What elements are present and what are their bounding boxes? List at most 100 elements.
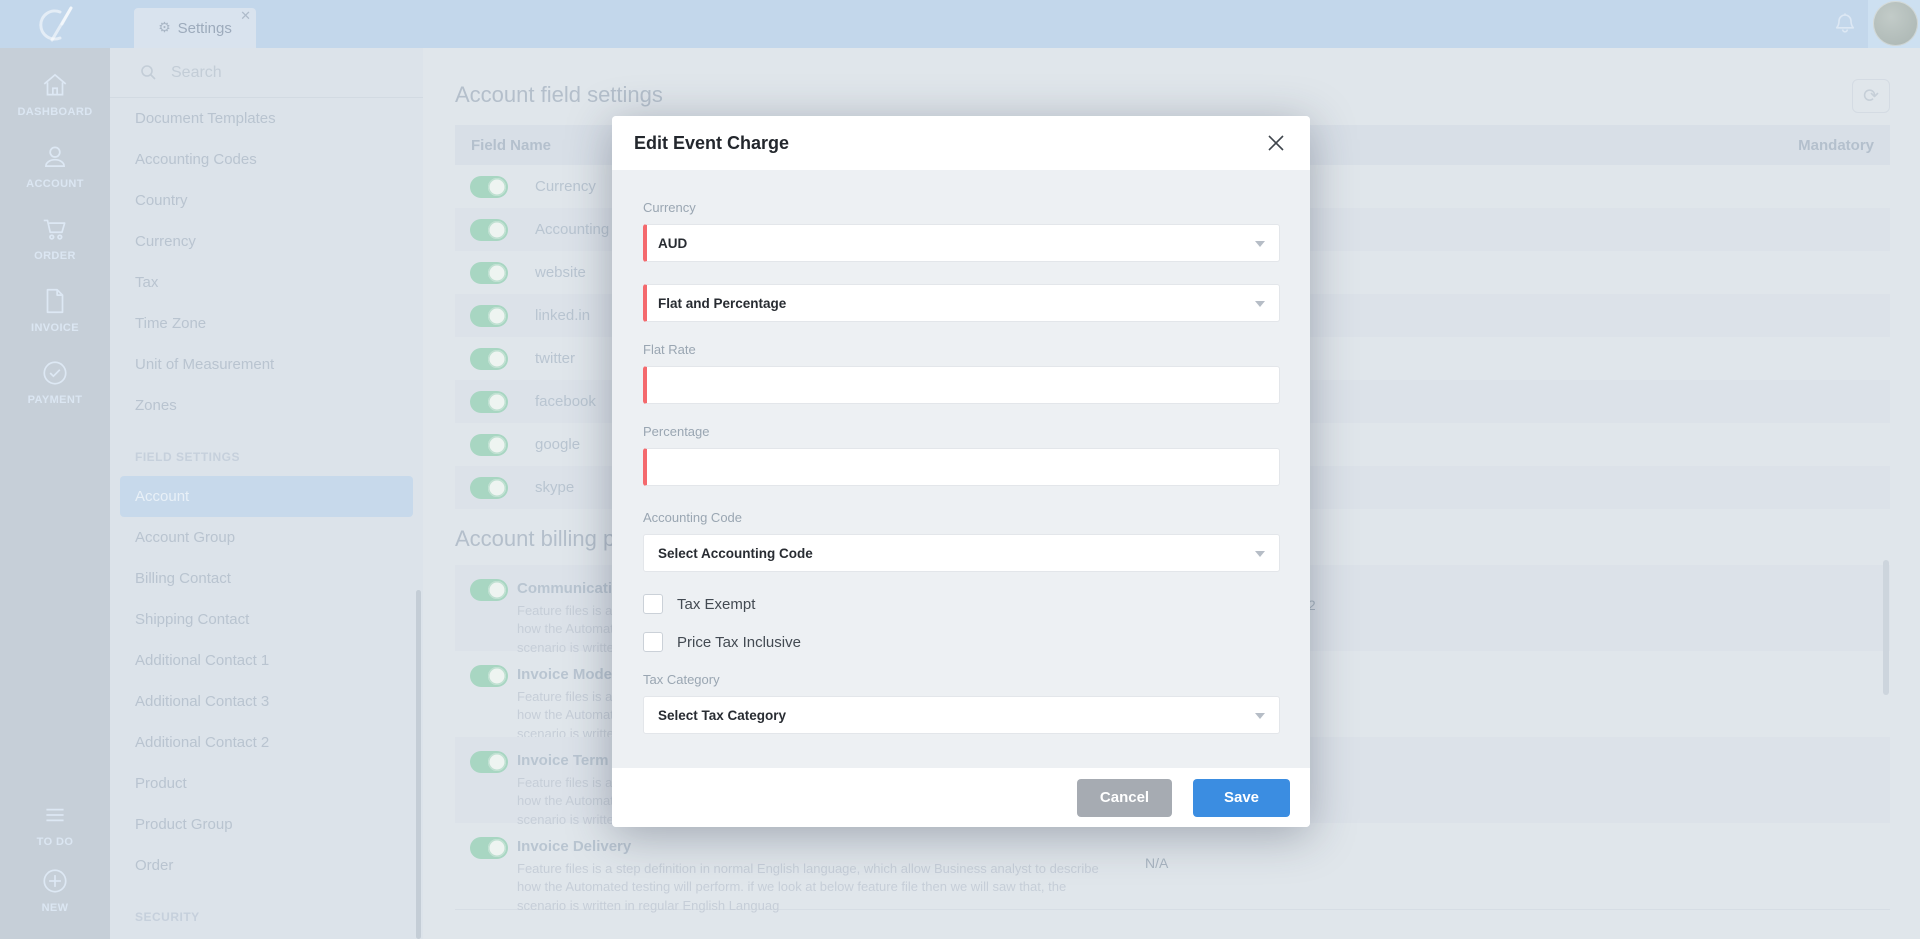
sidebar-item-label: INVOICE bbox=[30, 322, 80, 334]
flat-rate-input[interactable] bbox=[643, 366, 1280, 404]
toggle-currency[interactable] bbox=[470, 175, 508, 198]
toggle-invoice-mode[interactable] bbox=[470, 665, 508, 687]
setnav-item-additional-contact-3[interactable]: Additional Contact 3 bbox=[110, 681, 423, 722]
search-placeholder: Search bbox=[171, 63, 222, 81]
row-label: twitter bbox=[535, 350, 576, 367]
tax-exempt-option[interactable]: Tax Exempt bbox=[643, 594, 1280, 614]
setnav-item-billing-contact[interactable]: Billing Contact bbox=[110, 558, 423, 599]
cancel-button[interactable]: Cancel bbox=[1077, 778, 1172, 817]
chevron-down-icon bbox=[1255, 241, 1265, 247]
brand-logo-icon bbox=[39, 6, 73, 42]
sidebar-item-label: ACCOUNT bbox=[26, 178, 84, 190]
toggle-communication[interactable] bbox=[470, 579, 508, 601]
currency-select[interactable]: AUD bbox=[643, 224, 1280, 262]
setnav-item-additional-contact-1[interactable]: Additional Contact 1 bbox=[110, 640, 423, 681]
percentage-input[interactable] bbox=[643, 448, 1280, 486]
setnav-item-document-templates[interactable]: Document Templates bbox=[110, 98, 423, 139]
setnav-item-accounting-codes[interactable]: Accounting Codes bbox=[110, 139, 423, 180]
setnav-item-account[interactable]: Account bbox=[120, 476, 413, 517]
toggle-knob bbox=[488, 435, 506, 454]
toggle-website[interactable] bbox=[470, 261, 508, 284]
charge-type-select[interactable]: Flat and Percentage bbox=[643, 284, 1280, 322]
toggle-knob bbox=[488, 478, 506, 497]
toggle-skype[interactable] bbox=[470, 476, 508, 499]
sidebar-item-account[interactable]: ACCOUNT bbox=[0, 142, 110, 190]
gear-icon: ⚙ bbox=[158, 20, 171, 36]
setnav-item-account-group[interactable]: Account Group bbox=[110, 517, 423, 558]
setnav-item-currency[interactable]: Currency bbox=[110, 221, 423, 262]
toggle-knob bbox=[488, 392, 506, 411]
search-input[interactable]: Search bbox=[110, 48, 423, 98]
user-icon bbox=[45, 146, 65, 167]
row-label: facebook bbox=[535, 393, 596, 410]
toggle-knob bbox=[488, 220, 506, 239]
tax-exempt-checkbox[interactable] bbox=[643, 594, 663, 614]
toggle-knob bbox=[488, 263, 506, 282]
setnav-item-product[interactable]: Product bbox=[110, 763, 423, 804]
setnav-item-shipping-contact[interactable]: Shipping Contact bbox=[110, 599, 423, 640]
page-title: Account field settings bbox=[455, 82, 663, 107]
tax-category-select[interactable]: Select Tax Category bbox=[643, 696, 1280, 734]
setnav-section-field-settings: FIELD SETTINGS bbox=[135, 450, 241, 464]
avatar[interactable] bbox=[1873, 1, 1918, 46]
tax-exempt-label: Tax Exempt bbox=[677, 595, 756, 613]
bell-icon[interactable] bbox=[1831, 10, 1859, 38]
sidebar-item-label: TO DO bbox=[36, 836, 74, 848]
refresh-button[interactable]: ⟳ bbox=[1852, 79, 1890, 113]
setnav-item-country[interactable]: Country bbox=[110, 180, 423, 221]
toggle-invoice-delivery[interactable] bbox=[470, 837, 508, 859]
sidebar-item-label: PAYMENT bbox=[27, 394, 83, 406]
setnav-item-order[interactable]: Order bbox=[110, 845, 423, 886]
price-tax-inclusive-checkbox[interactable] bbox=[643, 632, 663, 652]
toggle-linkedin[interactable] bbox=[470, 304, 508, 327]
sidebar-item-invoice[interactable]: INVOICE bbox=[0, 286, 110, 334]
modal-footer: Cancel Save bbox=[612, 768, 1310, 827]
settings-nav: Search Document Templates Accounting Cod… bbox=[110, 48, 423, 939]
tab-settings[interactable]: ⚙ Settings ✕ bbox=[134, 8, 256, 48]
main-scrollbar[interactable] bbox=[1883, 560, 1889, 695]
toggle-invoice-term[interactable] bbox=[470, 751, 508, 773]
toggle-knob bbox=[488, 753, 506, 771]
charge-type-selected-value: Flat and Percentage bbox=[658, 295, 787, 311]
setnav-item-product-group[interactable]: Product Group bbox=[110, 804, 423, 845]
setnav-item-tax[interactable]: Tax bbox=[110, 262, 423, 303]
modal-header: Edit Event Charge bbox=[612, 116, 1310, 170]
check-circle-icon bbox=[43, 361, 67, 385]
accounting-code-select[interactable]: Select Accounting Code bbox=[643, 534, 1280, 572]
sidebar-item-order[interactable]: ORDER bbox=[0, 214, 110, 262]
billing-row: Invoice Delivery Feature files is a step… bbox=[455, 823, 1890, 913]
settings-nav-scrollbar[interactable] bbox=[416, 590, 421, 939]
close-icon[interactable] bbox=[1266, 133, 1286, 153]
toggle-accounting-code[interactable] bbox=[470, 218, 508, 241]
toggle-knob bbox=[488, 306, 506, 325]
chevron-down-icon bbox=[1255, 301, 1265, 307]
accounting-code-selected-value: Select Accounting Code bbox=[658, 545, 813, 561]
row-label: Currency bbox=[535, 178, 596, 195]
row-label: google bbox=[535, 436, 581, 453]
setnav-item-unit-of-measurement[interactable]: Unit of Measurement bbox=[110, 344, 423, 385]
toggle-twitter[interactable] bbox=[470, 347, 508, 370]
tab-close-icon[interactable]: ✕ bbox=[240, 9, 251, 22]
row-description: Feature files is a step definition in no… bbox=[517, 861, 1099, 913]
toggle-knob bbox=[488, 581, 506, 599]
setnav-item-additional-contact-2[interactable]: Additional Contact 2 bbox=[110, 722, 423, 763]
sidebar-item-new[interactable]: NEW bbox=[0, 866, 110, 914]
setnav-item-time-zone[interactable]: Time Zone bbox=[110, 303, 423, 344]
row-label: linked.in bbox=[535, 307, 591, 324]
currency-selected-value: AUD bbox=[658, 235, 688, 251]
sidebar-item-payment[interactable]: PAYMENT bbox=[0, 358, 110, 406]
sidebar-item-dashboard[interactable]: DASHBOARD bbox=[0, 70, 110, 118]
save-button[interactable]: Save bbox=[1193, 778, 1290, 817]
sidebar-item-todo[interactable]: TO DO bbox=[0, 800, 110, 848]
toggle-facebook[interactable] bbox=[470, 390, 508, 413]
row-label: skype bbox=[535, 479, 575, 496]
row-label: Invoice Term bbox=[517, 752, 609, 769]
price-tax-inclusive-option[interactable]: Price Tax Inclusive bbox=[643, 632, 1280, 652]
setnav-item-zones[interactable]: Zones bbox=[110, 385, 423, 426]
tab-label: Settings bbox=[177, 19, 232, 37]
tax-category-label: Tax Category bbox=[643, 672, 720, 687]
home-icon bbox=[43, 73, 67, 96]
sidebar-item-label: NEW bbox=[41, 902, 69, 914]
toggle-google[interactable] bbox=[470, 433, 508, 456]
currency-label: Currency bbox=[643, 200, 696, 215]
